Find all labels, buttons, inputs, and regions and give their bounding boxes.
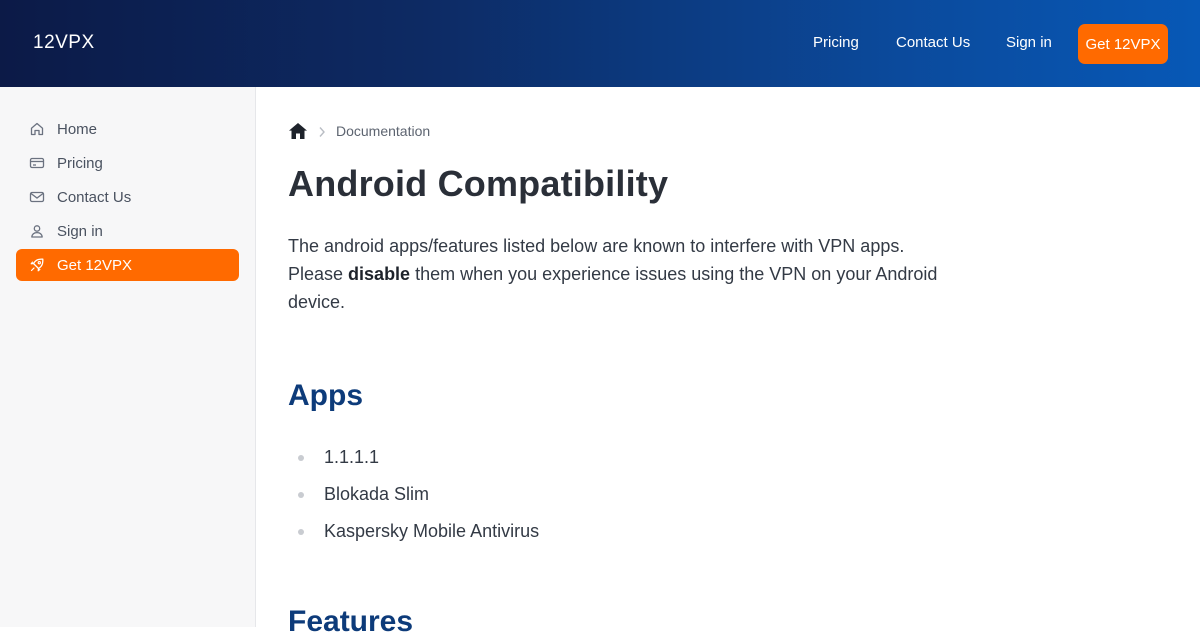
main-content: Documentation Android Compatibility The … — [288, 87, 1168, 638]
sidebar-item-label: Pricing — [57, 154, 103, 172]
list-item: Kaspersky Mobile Antivirus — [288, 520, 539, 557]
list-item: Blokada Slim — [288, 483, 539, 520]
sidebar-item-pricing[interactable]: Pricing — [16, 147, 239, 179]
list-item-text: Blokada Slim — [324, 484, 430, 504]
sidebar-item-sign-in[interactable]: Sign in — [16, 215, 239, 247]
mail-icon — [29, 189, 45, 205]
chevron-right-icon — [318, 125, 326, 137]
breadcrumb: Documentation — [288, 121, 430, 141]
sidebar-item-get-12vpx[interactable]: Get 12VPX — [16, 249, 239, 281]
sidebar-item-label: Home — [57, 120, 98, 138]
rocket-icon — [29, 257, 45, 273]
brand-logo[interactable]: 12VPX — [33, 32, 95, 54]
bullet — [298, 492, 304, 498]
apps-list: 1.1.1.1 Blokada Slim Kaspersky Mobile An… — [288, 446, 539, 557]
bullet — [298, 529, 304, 535]
get-12vpx-button[interactable]: Get 12VPX — [1078, 24, 1168, 64]
nav-link-contact-us[interactable]: Contact Us — [896, 34, 970, 51]
credit-card-icon — [29, 155, 45, 171]
home-icon[interactable] — [288, 122, 308, 140]
sidebar: Home Pricing Contact Us Sign in Get 12VP… — [0, 87, 256, 627]
home-icon — [29, 121, 45, 137]
page-title: Android Compatibility — [288, 163, 669, 204]
list-item: 1.1.1.1 — [288, 446, 539, 483]
nav-link-pricing[interactable]: Pricing — [813, 34, 859, 51]
features-heading: Features — [288, 605, 414, 638]
list-item-text: Kaspersky Mobile Antivirus — [324, 521, 540, 541]
intro-bold-text: disable — [348, 264, 411, 284]
list-item-text: 1.1.1.1 — [324, 447, 380, 467]
apps-heading: Apps — [288, 379, 363, 412]
sidebar-item-contact-us[interactable]: Contact Us — [16, 181, 239, 213]
intro-paragraph: The android apps/features listed below a… — [288, 232, 958, 316]
nav-link-sign-in[interactable]: Sign in — [1006, 34, 1052, 51]
top-header: 12VPX Pricing Contact Us Sign in Get 12V… — [0, 0, 1200, 87]
sidebar-item-label: Sign in — [57, 222, 103, 240]
sidebar-item-home[interactable]: Home — [16, 113, 239, 145]
sidebar-item-label: Contact Us — [57, 188, 132, 206]
user-icon — [29, 223, 45, 239]
breadcrumb-current[interactable]: Documentation — [336, 123, 430, 139]
bullet — [298, 455, 304, 461]
sidebar-item-label: Get 12VPX — [57, 256, 133, 274]
